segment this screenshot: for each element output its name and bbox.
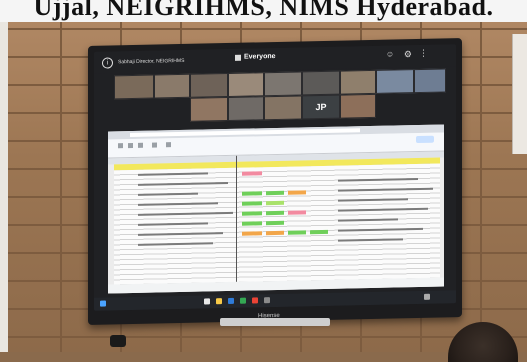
app-icon[interactable] (252, 297, 258, 304)
status-cell[interactable] (266, 230, 284, 236)
redo-icon[interactable] (128, 142, 133, 149)
meeting-presenter-title: Sabhaji Director, NEIGRIHMS (118, 57, 185, 66)
search-icon[interactable] (204, 298, 210, 305)
status-cell[interactable] (288, 190, 306, 195)
wall-notice-board (512, 34, 527, 154)
participant-tile[interactable] (264, 71, 302, 97)
participant-tile[interactable] (264, 95, 302, 121)
settings-icon[interactable]: ⚙ (404, 49, 412, 60)
headline-caption: Ujjal, NEIGRIHMS, NIMS Hyderabad. (0, 0, 527, 22)
tv-stand (220, 318, 330, 326)
status-cell[interactable] (266, 220, 284, 226)
app-icon[interactable] (264, 297, 270, 304)
participant-tile[interactable] (376, 69, 414, 94)
participant-tile[interactable] (340, 69, 376, 95)
status-cell[interactable] (288, 230, 306, 235)
status-cell[interactable] (242, 171, 262, 176)
people-icon[interactable]: ☺ (386, 50, 394, 59)
participant-tile[interactable] (154, 73, 190, 99)
participant-tiles: JP (114, 68, 446, 123)
clock-icon (424, 293, 430, 300)
status-cell[interactable] (242, 201, 262, 206)
share-button[interactable] (416, 135, 434, 144)
grid-icon (235, 54, 241, 61)
status-cell[interactable] (266, 210, 284, 216)
status-cell[interactable] (242, 231, 262, 236)
status-cell[interactable] (242, 221, 262, 226)
participant-tile[interactable] (228, 72, 264, 97)
participant-tile[interactable] (340, 93, 376, 119)
print-icon[interactable] (138, 142, 143, 148)
browser-icon[interactable] (228, 297, 234, 304)
os-taskbar (94, 290, 456, 311)
folder-icon[interactable] (216, 298, 222, 305)
app-icon[interactable] (240, 297, 246, 304)
audience-selector[interactable]: Everyone (244, 53, 276, 61)
more-icon[interactable]: ⋮ (419, 48, 428, 59)
participant-tile[interactable] (114, 74, 154, 100)
participant-tile[interactable] (228, 96, 264, 121)
participant-tile[interactable] (190, 96, 228, 122)
undo-icon[interactable] (118, 143, 123, 149)
format-icon[interactable] (152, 142, 157, 148)
status-cell[interactable] (266, 190, 284, 196)
info-icon[interactable]: i (102, 57, 113, 69)
status-cell[interactable] (242, 211, 262, 216)
status-cell[interactable] (288, 210, 306, 215)
self-participant-tile[interactable]: JP (302, 94, 340, 120)
participant-tile[interactable] (190, 72, 228, 98)
status-cell[interactable] (310, 229, 328, 235)
participant-tile[interactable] (302, 70, 340, 96)
bold-icon[interactable] (166, 142, 171, 148)
shared-spreadsheet: + (108, 124, 444, 294)
start-icon[interactable] (100, 300, 106, 307)
status-cell[interactable] (266, 200, 284, 206)
tv-display: i Sabhaji Director, NEIGRIHMS Everyone ☺… (88, 38, 462, 325)
webcam (110, 335, 126, 347)
status-cell[interactable] (242, 191, 262, 196)
tv-screen: i Sabhaji Director, NEIGRIHMS Everyone ☺… (94, 44, 456, 311)
frozen-column-divider (236, 155, 237, 286)
participant-tile[interactable] (414, 68, 446, 94)
window-frame-edge (0, 0, 8, 352)
